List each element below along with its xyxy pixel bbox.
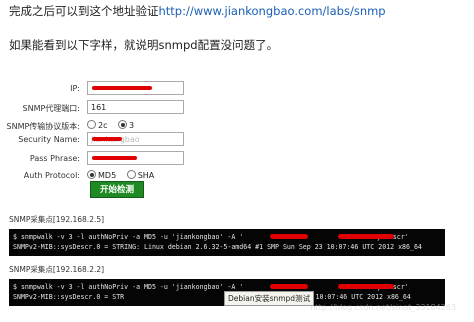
auth-md5-label: MD5 [98, 171, 117, 180]
result-1-terminal: $ snmpwalk -v 3 -l authNoPriv -a MD5 -u … [9, 229, 445, 256]
ip-label: IP: [70, 84, 80, 93]
ip-input[interactable] [87, 81, 184, 95]
terminal-command-line: $ snmpwalk -v 3 -l authNoPriv -a MD5 -u … [13, 232, 441, 242]
version-radio-group: 2c 3 [87, 120, 142, 130]
terminal-output-line: SNMPv2-MIB::sysDescr.0 = STRING: Linux d… [13, 243, 422, 251]
pass-phrase-input[interactable] [87, 151, 184, 165]
redaction-mark [270, 234, 308, 239]
port-label: SNMP代理端口: [22, 104, 80, 113]
image-tooltip: Debian安装snmpd测试 [224, 291, 315, 306]
auth-sha-radio[interactable] [126, 170, 136, 179]
output-text-start: SNMPv2-MIB::sysDescr.0 = STR [13, 293, 125, 301]
version-3-radio[interactable] [118, 120, 128, 129]
intro-line-1: 完成之后可以到这个地址验证http://www.jiankongbao.com/… [9, 3, 386, 19]
start-test-button[interactable]: 开始检测 [90, 181, 144, 198]
version-2c-label: 2c [98, 121, 108, 130]
redaction-mark [92, 86, 152, 90]
redaction-mark [92, 156, 137, 160]
port-input[interactable]: 161 [87, 100, 184, 114]
version-label: SNMP传输协议版本: [6, 122, 80, 131]
port-row: SNMP代理端口: 161 [0, 100, 320, 116]
auth-row: Auth Protocol: MD5 SHA [0, 168, 320, 184]
auth-radio-group: MD5 SHA [87, 170, 162, 180]
security-row: Security Name: jiankongbao [0, 132, 320, 148]
auth-sha-label: SHA [137, 171, 155, 180]
version-2c-radio[interactable] [87, 120, 96, 129]
verify-link[interactable]: http://www.jiankongbao.com/labs/snmp [159, 4, 386, 18]
result-1-title: SNMP采集点[192.168.2.5] [9, 215, 105, 224]
version-3-label: 3 [129, 121, 135, 130]
auth-md5-radio[interactable] [87, 170, 96, 179]
redaction-mark [270, 284, 308, 289]
intro-line-2: 如果能看到以下字样，就说明snmpd配置没问题了。 [9, 38, 279, 52]
pass-row: Pass Phrase: [0, 151, 320, 167]
ip-row: IP: [0, 81, 320, 97]
result-2-title: SNMP采集点[192.168.2.2] [9, 265, 105, 274]
redaction-mark [338, 284, 394, 289]
intro-text: 完成之后可以到这个地址验证 [9, 4, 159, 18]
command-text: $ snmpwalk -v 3 -l authNoPriv -a MD5 -u … [13, 233, 244, 241]
watermark: http://blog.csdn.net/sinat_33184263 [310, 303, 456, 312]
security-name-input[interactable]: jiankongbao [87, 132, 184, 146]
command-text: $ snmpwalk -v 3 -l authNoPriv -a MD5 -u … [13, 283, 244, 291]
security-label: Security Name: [18, 135, 80, 144]
redaction-mark [92, 137, 122, 141]
pass-label: Pass Phrase: [29, 154, 80, 163]
redaction-mark [338, 234, 394, 239]
auth-label: Auth Protocol: [23, 171, 80, 180]
